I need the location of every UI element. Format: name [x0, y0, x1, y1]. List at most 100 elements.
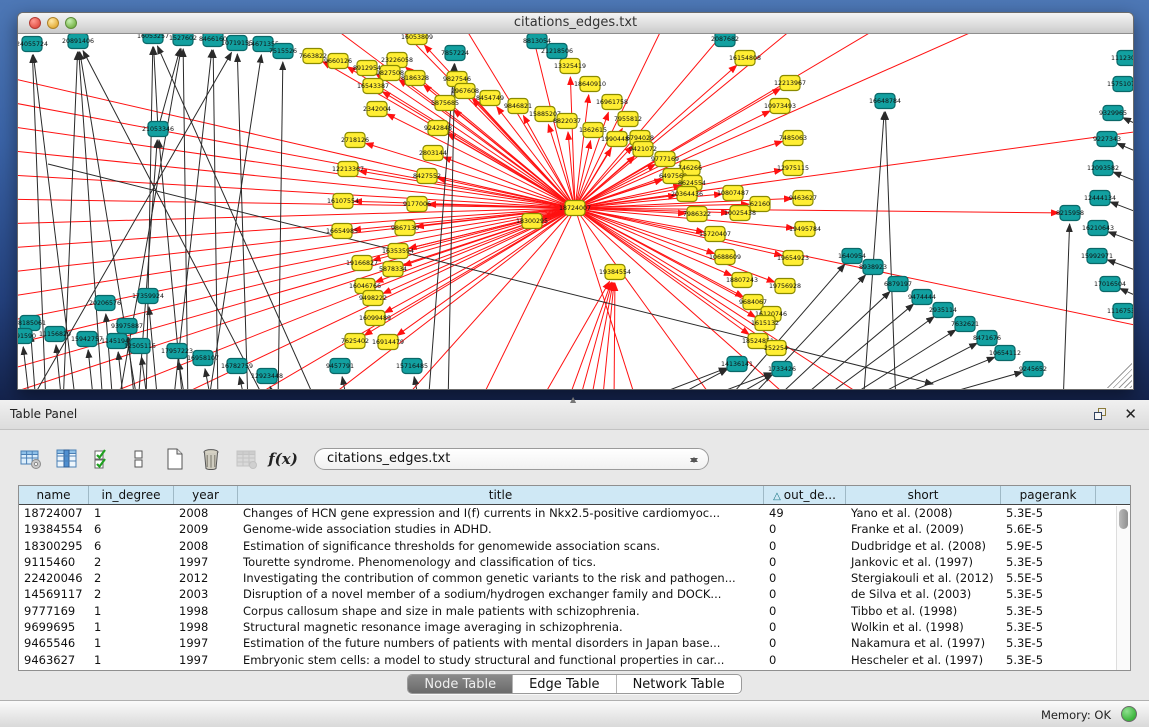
graph-node-1733426[interactable]: 1733426 — [768, 362, 796, 377]
citation-edge-black[interactable] — [154, 47, 158, 129]
citation-edge-black[interactable] — [213, 50, 218, 389]
table-row[interactable]: 1830029562008Estimation of significance … — [19, 538, 1130, 554]
citation-edge-black[interactable] — [1110, 202, 1133, 224]
citation-edge-black[interactable] — [1123, 118, 1133, 139]
citation-edge-black[interactable] — [428, 64, 454, 389]
graph-node-10688609[interactable]: 10688609 — [709, 250, 741, 265]
graph-node-2967608[interactable]: 2967608 — [451, 84, 479, 99]
graph-node-16961758[interactable]: 16961758 — [596, 95, 628, 110]
graph-node-15716485[interactable]: 15716485 — [396, 359, 428, 374]
graph-node-9242848[interactable]: 9242848 — [424, 121, 452, 136]
graph-node-16210643[interactable]: 16210643 — [1082, 221, 1114, 236]
graph-node-6879197[interactable]: 6879197 — [884, 277, 912, 292]
zoom-traffic-light-icon[interactable] — [65, 17, 77, 29]
graph-node-16914479[interactable]: 16914479 — [372, 335, 404, 350]
table-row[interactable]: 1938455462009Genome-wide association stu… — [19, 521, 1130, 537]
graph-node-8427552[interactable]: 8427552 — [413, 169, 441, 184]
citation-network-graph[interactable]: 1872400716053809232260589827508818632898… — [18, 34, 1133, 389]
citation-edge-black[interactable] — [1108, 232, 1133, 254]
graph-node-7485063[interactable]: 7485063 — [779, 131, 807, 146]
citation-edge-black[interactable] — [863, 112, 884, 389]
citation-edge-black[interactable] — [23, 347, 30, 389]
citation-edge-red[interactable] — [575, 208, 718, 389]
minimize-traffic-light-icon[interactable] — [47, 17, 59, 29]
graph-node-1615132[interactable]: 1615132 — [751, 316, 779, 331]
graph-node-1640954[interactable]: 1640954 — [838, 249, 866, 264]
graph-node-19384554[interactable]: 19384554 — [599, 265, 631, 280]
graph-node-9177006[interactable]: 9177006 — [403, 197, 431, 212]
citation-edge-red[interactable] — [590, 283, 613, 389]
citation-edge-red[interactable] — [575, 95, 589, 208]
network-canvas[interactable]: 1872400716053809232260589827508818632898… — [18, 34, 1133, 389]
graph-node-19654923[interactable]: 19654923 — [777, 251, 809, 266]
graph-node-19495784[interactable]: 19495784 — [789, 222, 821, 237]
graph-node-2935114[interactable]: 2935114 — [929, 303, 957, 318]
citation-edge-black[interactable] — [237, 54, 248, 389]
graph-node-18640910[interactable]: 18640910 — [574, 77, 606, 92]
citation-edge-black[interactable] — [118, 352, 124, 389]
graph-node-9227343[interactable]: 9227343 — [1093, 132, 1121, 147]
graph-node-2718126[interactable]: 2718126 — [341, 133, 369, 148]
graph-node-15751074[interactable]: 15751074 — [1107, 77, 1133, 92]
graph-node-8938923[interactable]: 8938923 — [859, 260, 887, 275]
graph-node-9777169[interactable]: 9777169 — [651, 152, 679, 167]
graph-node-8822037[interactable]: 8822037 — [553, 114, 581, 129]
citation-edge-red[interactable] — [614, 283, 615, 389]
citation-edge-red[interactable] — [575, 141, 591, 208]
tab-edge-table[interactable]: Edge Table — [513, 675, 616, 693]
graph-node-16053809[interactable]: 16053809 — [401, 34, 433, 45]
column-header-in_degree[interactable]: in_degree — [89, 486, 174, 504]
graph-node-7632621[interactable]: 7632621 — [951, 317, 979, 332]
graph-node-11167533[interactable]: 11167533 — [1107, 304, 1133, 319]
citation-edge-black[interactable] — [208, 55, 261, 389]
graph-node-9846821[interactable]: 9846821 — [504, 99, 532, 114]
graph-node-24055724[interactable]: 24055724 — [18, 37, 48, 52]
graph-node-2342004[interactable]: 2342004 — [363, 102, 391, 117]
graph-node-16154808[interactable]: 16154808 — [729, 51, 761, 66]
graph-node-7515526[interactable]: 7515526 — [269, 44, 297, 59]
graph-node-9474444[interactable]: 9474444 — [908, 290, 936, 305]
float-panel-button[interactable] — [1093, 407, 1109, 423]
table-row[interactable]: 969969511998Structural magnetic resonanc… — [19, 619, 1130, 635]
graph-node-21053346[interactable]: 21053346 — [142, 122, 174, 137]
citation-edge-black[interactable] — [1063, 224, 1070, 389]
graph-node-10654112[interactable]: 10654112 — [989, 346, 1021, 361]
graph-node-20891406[interactable]: 20891406 — [62, 34, 94, 49]
citation-edge-red[interactable] — [18, 208, 575, 374]
citation-edge-red[interactable] — [578, 283, 612, 389]
table-row[interactable]: 2242004622012Investigating the contribut… — [19, 570, 1130, 586]
graph-node-5878334[interactable]: 5878334 — [379, 262, 407, 277]
table-row[interactable]: 1456911722003Disruption of a novel membe… — [19, 586, 1130, 602]
citation-edge-red[interactable] — [397, 208, 575, 336]
citation-edge-black[interactable] — [885, 112, 896, 389]
graph-node-16107554[interactable]: 16107554 — [327, 194, 359, 209]
graph-node-9463627[interactable]: 9463627 — [789, 191, 817, 206]
graph-node-9421072[interactable]: 9421072 — [629, 142, 657, 157]
graph-node-8186328[interactable]: 8186328 — [401, 71, 429, 86]
graph-node-15992971[interactable]: 15992971 — [1081, 249, 1113, 264]
graph-node-7986322[interactable]: 7986322 — [683, 207, 711, 222]
graph-node-12444134[interactable]: 12444134 — [1084, 191, 1116, 206]
delete-table-button[interactable] — [198, 446, 224, 472]
citation-edge-black[interactable] — [813, 317, 934, 389]
graph-node-8454749[interactable]: 8454749 — [476, 91, 504, 106]
citation-edge-black[interactable] — [875, 357, 995, 389]
citation-edge-black[interactable] — [1117, 143, 1133, 165]
graph-node-16099489[interactable]: 16099489 — [359, 311, 391, 326]
table-selector-dropdown[interactable]: citations_edges.txt — [314, 448, 709, 470]
graph-node-13325419[interactable]: 13325419 — [554, 59, 586, 74]
graph-node-20206576[interactable]: 20206576 — [89, 296, 121, 311]
column-header-out_de[interactable]: △out_de... — [764, 486, 846, 504]
graph-node-19756928[interactable]: 19756928 — [769, 279, 801, 294]
graph-node-12093582[interactable]: 12093582 — [1087, 161, 1119, 176]
new-table-button[interactable] — [162, 446, 188, 472]
tab-node-table[interactable]: Node Table — [408, 675, 513, 693]
graph-node-9245652[interactable]: 9245652 — [1019, 362, 1047, 377]
table-row[interactable]: 977716911998Corpus callosum shape and si… — [19, 603, 1130, 619]
table-settings-button[interactable] — [18, 446, 44, 472]
graph-node-7625402[interactable]: 7625402 — [341, 334, 369, 349]
citation-edge-black[interactable] — [684, 373, 772, 389]
graph-node-7663822[interactable]: 7663822 — [299, 49, 327, 64]
graph-node-9457791[interactable]: 9457791 — [326, 359, 354, 374]
graph-node-16654985[interactable]: 16654985 — [326, 224, 358, 239]
